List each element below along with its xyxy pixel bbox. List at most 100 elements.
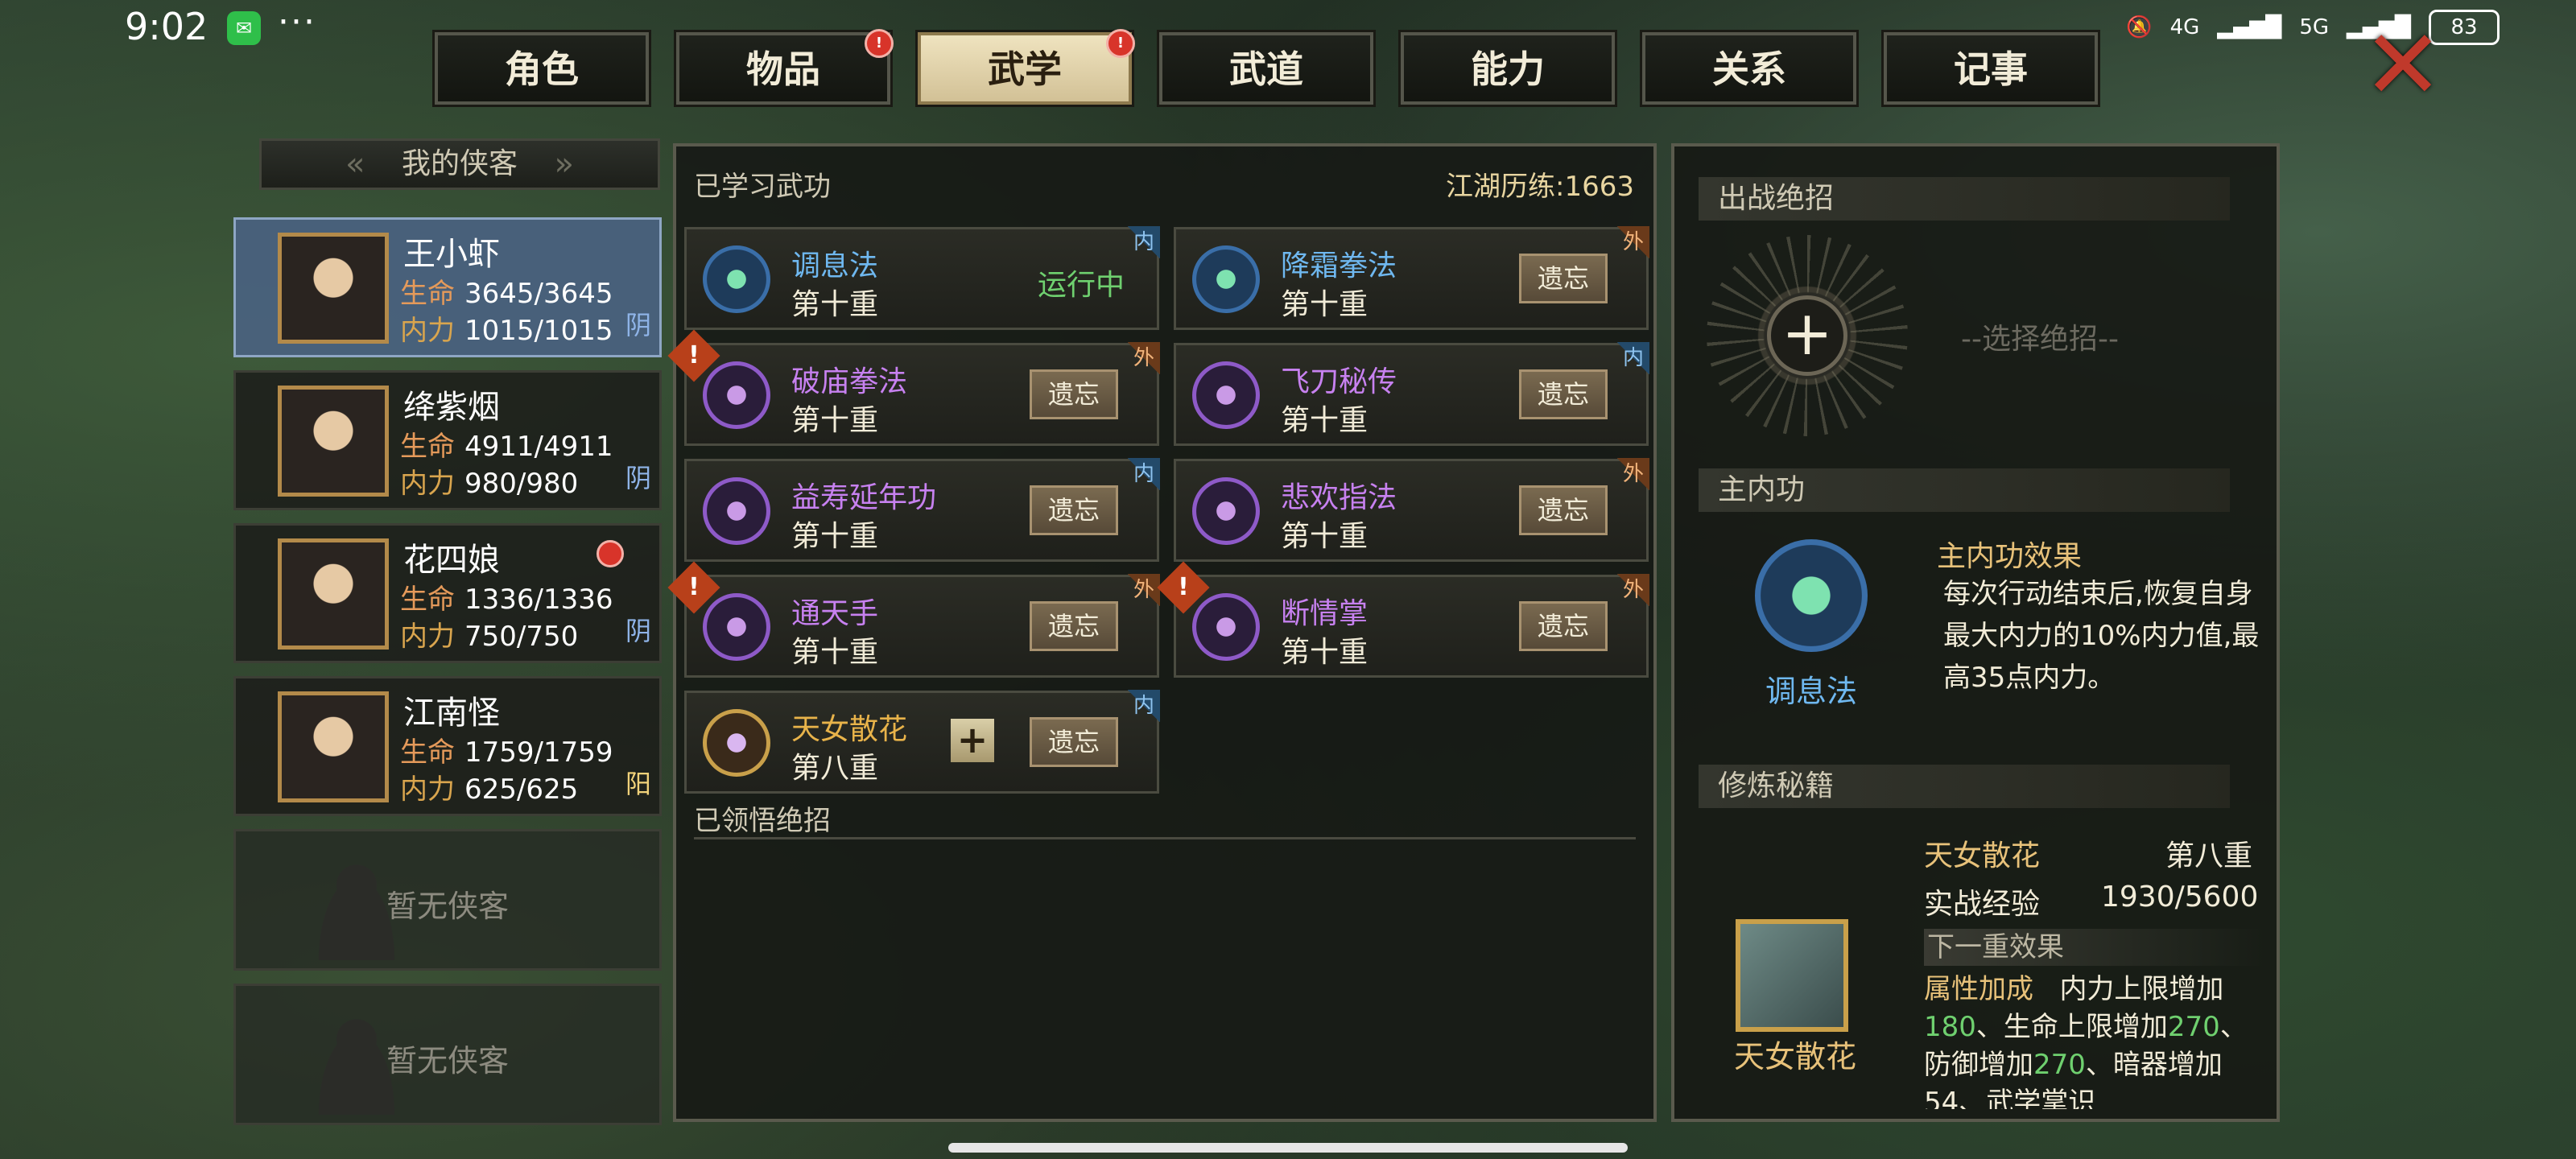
hero-card[interactable]: 王小虾 生命 3645/3645 内力 1015/1015 阴 [233, 217, 662, 357]
warning-icon: ! [667, 561, 720, 614]
hero-mp: 内力 980/980 [400, 468, 579, 500]
next-level-title: 下一重效果 [1924, 929, 2265, 966]
forget-button[interactable]: 遗忘 [1519, 369, 1608, 419]
tab-role[interactable]: 角色 [432, 30, 651, 107]
next-level-bonus: 属性加成 内力上限增加180、生命上限增加270、防御增加270、暗器增加 54… [1924, 973, 2248, 1109]
yin-yang-type: 阴 [625, 616, 651, 646]
skill-name: 通天手 [791, 597, 879, 630]
main-inner-name: 调息法 [1765, 674, 1857, 709]
ultimate-title: 出战绝招 [1699, 177, 2230, 221]
chevron-left-icon: « [345, 146, 365, 183]
hero-mp: 内力 750/750 [400, 621, 579, 653]
skill-icon [703, 593, 770, 661]
empty-slot-label: 暂无侠客 [386, 889, 509, 924]
skill-level: 第十重 [1281, 520, 1368, 553]
skill-card[interactable]: 飞刀秘传 第十重 遗忘 内 [1174, 342, 1649, 446]
skill-icon [1755, 539, 1868, 652]
skill-type-tag: 内 [1128, 690, 1160, 722]
hero-hp: 生命 4911/4911 [400, 431, 613, 463]
empty-slot[interactable]: 暂无侠客 [233, 984, 662, 1125]
home-indicator[interactable] [948, 1143, 1628, 1153]
chevron-right-icon: » [554, 146, 574, 183]
skill-card[interactable]: 破庙拳法 第十重 遗忘 外 ! [667, 329, 1160, 446]
martial-arts-panel: 已学习武功 江湖历练:1663 调息法 第十重 运行中 内 降霜拳法 第十重 遗… [667, 143, 1657, 1122]
tab-martial-arts[interactable]: 武学! [915, 29, 1135, 107]
forget-button[interactable]: 遗忘 [1030, 485, 1118, 535]
more-icon: ··· [278, 2, 316, 43]
manual-title: 修炼秘籍 [1699, 765, 2230, 808]
skill-name: 调息法 [791, 250, 879, 283]
forget-button[interactable]: 遗忘 [1030, 717, 1118, 767]
hero-hp: 生命 3645/3645 [400, 278, 613, 310]
skill-card[interactable]: 悲欢指法 第十重 遗忘 外 [1174, 458, 1649, 562]
skill-icon [1192, 361, 1260, 429]
hero-name: 王小虾 [403, 236, 500, 273]
skill-name: 降霜拳法 [1281, 250, 1397, 283]
tab-items[interactable]: 物品! [674, 29, 894, 107]
manual-level: 第八重 [2165, 839, 2253, 872]
empty-slot-label: 暂无侠客 [386, 1043, 509, 1079]
plus-icon[interactable]: + [1767, 295, 1847, 376]
skill-card[interactable]: 调息法 第十重 运行中 内 [684, 226, 1160, 330]
manual-name-label: 天女散花 [1924, 839, 2041, 872]
exp-label: 实战经验 [1924, 888, 2041, 921]
book-icon[interactable] [1736, 919, 1848, 1032]
yin-yang-type: 阴 [625, 463, 651, 493]
skill-card[interactable]: 益寿延年功 第十重 遗忘 内 [684, 458, 1160, 562]
skill-type-tag: 内 [1128, 458, 1160, 490]
main-inner-title: 主内功 [1699, 468, 2230, 512]
skill-card[interactable]: 通天手 第十重 遗忘 外 ! [667, 561, 1160, 678]
manual-name: 天女散花 [1733, 1039, 1856, 1074]
roster-list: 王小虾 生命 3645/3645 内力 1015/1015 阴 绛紫烟 生命 4911… [233, 217, 662, 1138]
skill-icon [703, 477, 770, 545]
skill-type-tag: 内 [1617, 342, 1649, 374]
skill-type-tag: 外 [1617, 574, 1649, 606]
tab-ability[interactable]: 能力 [1398, 30, 1617, 107]
skill-level: 第十重 [791, 520, 879, 553]
portrait-icon [278, 691, 389, 802]
skill-icon [1192, 477, 1260, 545]
hero-card[interactable]: 江南怪 生命 1759/1759 内力 625/625 阳 [233, 676, 662, 816]
close-icon[interactable]: ✕ [2359, 18, 2447, 114]
skill-name: 断情掌 [1281, 597, 1368, 630]
skill-level: 第十重 [1281, 404, 1368, 437]
tab-journal[interactable]: 记事 [1881, 30, 2100, 107]
main-inner-skill[interactable]: 调息法 [1723, 530, 1900, 709]
forget-button[interactable]: 遗忘 [1519, 485, 1608, 535]
skill-level: 第十重 [791, 404, 879, 437]
hero-name: 绛紫烟 [403, 389, 500, 426]
hero-hp: 生命 1336/1336 [400, 584, 613, 616]
yin-yang-type: 阴 [625, 310, 651, 340]
warning-icon: ! [667, 329, 720, 382]
skill-card[interactable]: 断情掌 第十重 遗忘 外 ! [1157, 561, 1649, 678]
forget-button[interactable]: 遗忘 [1519, 601, 1608, 651]
signal-5g: 5G [2299, 15, 2330, 39]
skill-card[interactable]: 天女散花 第八重 + 遗忘 内 [684, 690, 1160, 794]
roster-title: « 我的侠客 » [259, 138, 660, 190]
hero-card[interactable]: 花四娘 生命 1336/1336 内力 750/750 阴 [233, 523, 662, 663]
skill-level: 第十重 [1281, 288, 1368, 321]
clock: 9:02 [125, 5, 208, 48]
skill-icon [703, 709, 770, 777]
hero-mp: 内力 625/625 [400, 773, 579, 806]
tab-martial-way[interactable]: 武道 [1157, 30, 1376, 107]
comprehended-title: 已领悟绝招 [694, 805, 831, 837]
tab-relations[interactable]: 关系 [1640, 30, 1859, 107]
signal-4g: 4G [2169, 15, 2200, 39]
skill-level: 第十重 [791, 636, 879, 669]
skill-type-tag: 内 [1128, 226, 1160, 258]
forget-button[interactable]: 遗忘 [1519, 254, 1608, 303]
jianghu-experience: 江湖历练:1663 [1446, 171, 1634, 203]
skill-level: 第十重 [791, 288, 879, 321]
skill-icon [703, 245, 770, 313]
select-ultimate-placeholder[interactable]: --选择绝招-- [1961, 316, 2119, 357]
skill-card[interactable]: 降霜拳法 第十重 遗忘 外 [1174, 226, 1649, 330]
skill-type-tag: 外 [1617, 226, 1649, 258]
empty-slot[interactable]: 暂无侠客 [233, 829, 662, 971]
upgrade-plus-button[interactable]: + [951, 719, 994, 762]
skill-icon [703, 361, 770, 429]
ultimate-slot[interactable]: + [1707, 235, 1908, 436]
forget-button[interactable]: 遗忘 [1030, 369, 1118, 419]
forget-button[interactable]: 遗忘 [1030, 601, 1118, 651]
hero-card[interactable]: 绛紫烟 生命 4911/4911 内力 980/980 阴 [233, 370, 662, 510]
